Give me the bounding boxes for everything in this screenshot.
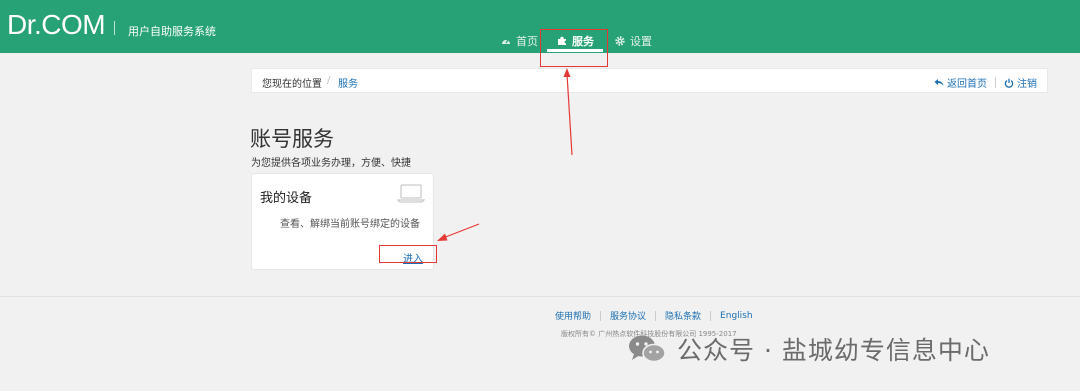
nav-settings[interactable]: 设置 [615,33,652,49]
card-title: 我的设备 [260,191,313,206]
footer-link-privacy[interactable]: 隐私条款 [656,309,710,322]
footer-link-agreement[interactable]: 服务协议 [601,309,655,322]
laptop-icon [397,184,425,203]
footer-link-help[interactable]: 使用帮助 [555,309,600,322]
nav-home[interactable]: 首页 [501,33,538,49]
watermark: 公众号 · 盐城幼专信息中心 [627,331,990,367]
breadcrumb-here: 您现在的位置 [262,79,322,90]
footer-divider [0,296,1080,297]
system-name: 用户自助服务系统 [128,25,216,38]
footer-link-english[interactable]: English [711,311,762,321]
breadcrumb-actions: 返回首页 注销 [934,75,1037,90]
annotation-box-service [540,29,608,67]
breadcrumb-separator: / [327,75,331,86]
card-description: 查看、解绑当前账号绑定的设备 [280,219,420,230]
reply-icon [934,79,944,86]
page-subtitle: 为您提供各项业务办理，方便、快捷 [251,158,411,169]
power-icon [1004,78,1014,88]
nav-settings-label: 设置 [630,35,652,48]
annotation-box-enter [379,245,437,263]
logout-label: 注销 [1017,79,1037,90]
footer-links: 使用帮助 服务协议 隐私条款 English [555,309,762,322]
breadcrumb: 您现在的位置 / 服务 返回首页 注销 [251,68,1048,93]
page-title: 账号服务 [250,127,334,151]
gear-icon [615,36,625,46]
wechat-icon [629,335,666,363]
nav-home-label: 首页 [516,35,538,48]
back-home-label: 返回首页 [947,79,987,90]
breadcrumb-actions-divider [995,77,996,88]
watermark-text: 公众号 · 盐城幼专信息中心 [677,336,990,365]
logo-divider [114,21,115,35]
back-home-link[interactable]: 返回首页 [934,75,987,90]
logo[interactable]: Dr.COM [7,9,106,41]
dashboard-icon [502,39,510,44]
breadcrumb-current[interactable]: 服务 [338,75,358,90]
logout-link[interactable]: 注销 [1004,75,1037,90]
